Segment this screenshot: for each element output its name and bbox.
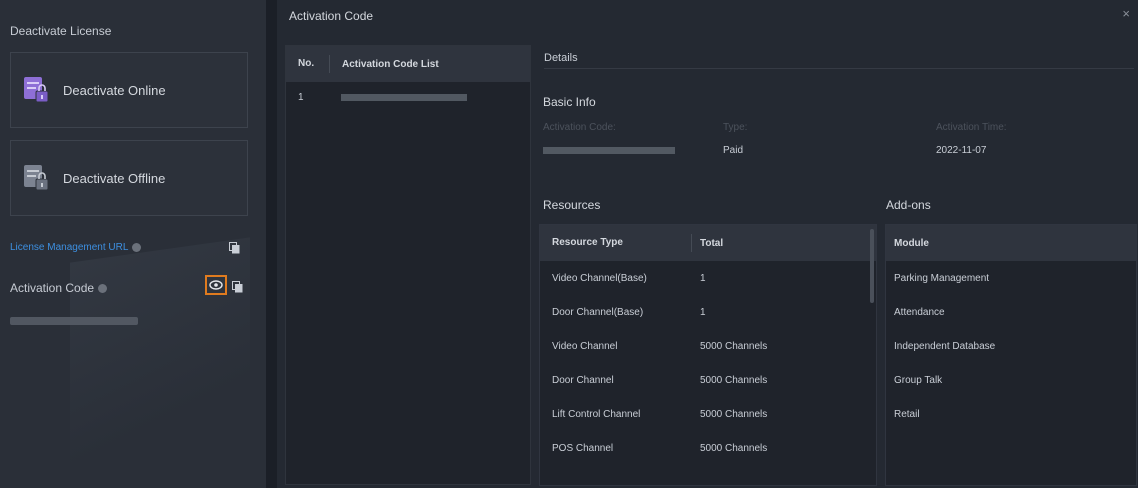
deactivate-online-label: Deactivate Online <box>63 82 166 98</box>
details-header: Details <box>544 52 578 64</box>
masked-activation-code-value <box>543 147 675 154</box>
dialog-title: Activation Code <box>289 9 374 23</box>
resource-type-cell: Door Channel <box>552 374 614 386</box>
column-header-total: Total <box>700 237 724 249</box>
total-cell: 1 <box>700 306 706 318</box>
table-row: Parking Management <box>894 272 990 284</box>
close-icon[interactable]: × <box>1122 6 1130 21</box>
masked-activation-code <box>10 317 138 325</box>
total-cell: 5000 Channels <box>700 374 768 386</box>
row-number: 1 <box>298 91 304 103</box>
resource-type-cell: Video Channel(Base) <box>552 272 647 284</box>
code-list-row[interactable]: 1 <box>286 82 530 112</box>
table-row: Video Channel 5000 Channels <box>540 329 876 363</box>
resources-title: Resources <box>543 198 601 212</box>
column-header-resource-type: Resource Type <box>540 234 692 252</box>
activation-code-field-label: Activation Code: <box>543 122 616 133</box>
scrollbar[interactable] <box>870 229 874 303</box>
table-row: Lift Control Channel 5000 Channels <box>540 397 876 431</box>
table-row: Video Channel(Base) 1 <box>540 261 876 295</box>
resource-type-cell: Lift Control Channel <box>552 408 641 420</box>
license-url-row: License Management URL <box>10 239 250 255</box>
code-list-header: No. Activation Code List <box>286 46 530 82</box>
activation-time-label: Activation Time: <box>936 122 1007 133</box>
resources-table: Resource Type Total Video Channel(Base) … <box>539 224 877 486</box>
table-row: Independent Database <box>894 340 996 352</box>
activation-time-value: 2022-11-07 <box>936 145 987 156</box>
type-value: Paid <box>723 145 744 156</box>
total-cell: 5000 Channels <box>700 442 768 454</box>
masked-activation-code <box>341 93 467 101</box>
deactivate-online-button[interactable]: Deactivate Online <box>10 52 248 128</box>
table-row: Door Channel(Base) 1 <box>540 295 876 329</box>
license-management-url-link[interactable]: License Management URL <box>10 242 128 253</box>
activation-code-label: Activation Code <box>10 281 95 295</box>
resource-type-cell: POS Channel <box>552 442 614 454</box>
total-cell: 1 <box>700 272 706 284</box>
activation-code-dialog: Activation Code × No. Activation Code Li… <box>277 0 1138 488</box>
deactivate-license-panel: Deactivate License Deactivate Online Dea… <box>0 0 266 488</box>
table-row: Retail <box>894 408 920 420</box>
activation-code-row: Activation Code <box>10 275 250 298</box>
resources-table-header: Resource Type Total <box>540 225 876 261</box>
column-header-no: No. <box>286 55 330 73</box>
panel-title: Deactivate License <box>10 24 112 38</box>
table-row: Group Talk <box>894 374 943 386</box>
column-header-code-list: Activation Code List <box>342 58 439 70</box>
addons-title: Add-ons <box>886 198 931 212</box>
table-row: Door Channel 5000 Channels <box>540 363 876 397</box>
column-header-module: Module <box>886 225 1136 261</box>
total-cell: 5000 Channels <box>700 340 768 352</box>
help-icon[interactable] <box>132 242 142 252</box>
deactivate-offline-button[interactable]: Deactivate Offline <box>10 140 248 216</box>
type-label: Type: <box>723 122 748 133</box>
total-cell: 5000 Channels <box>700 408 768 420</box>
copy-icon[interactable] <box>232 280 243 293</box>
table-row: POS Channel 5000 Channels <box>540 431 876 465</box>
deactivate-offline-label: Deactivate Offline <box>63 170 166 186</box>
basic-info-title: Basic Info <box>543 95 596 109</box>
divider <box>544 68 1134 69</box>
help-icon[interactable] <box>98 283 108 293</box>
table-row: Attendance <box>894 306 945 318</box>
copy-icon[interactable] <box>229 241 240 254</box>
resource-type-cell: Door Channel(Base) <box>552 306 644 318</box>
resource-type-cell: Video Channel <box>552 340 618 352</box>
addons-table: Module Parking Management Attendance Ind… <box>885 224 1137 486</box>
license-offline-icon <box>23 164 49 192</box>
eye-icon[interactable] <box>205 275 227 295</box>
license-online-icon <box>23 76 49 104</box>
activation-code-list: No. Activation Code List 1 <box>285 45 531 485</box>
